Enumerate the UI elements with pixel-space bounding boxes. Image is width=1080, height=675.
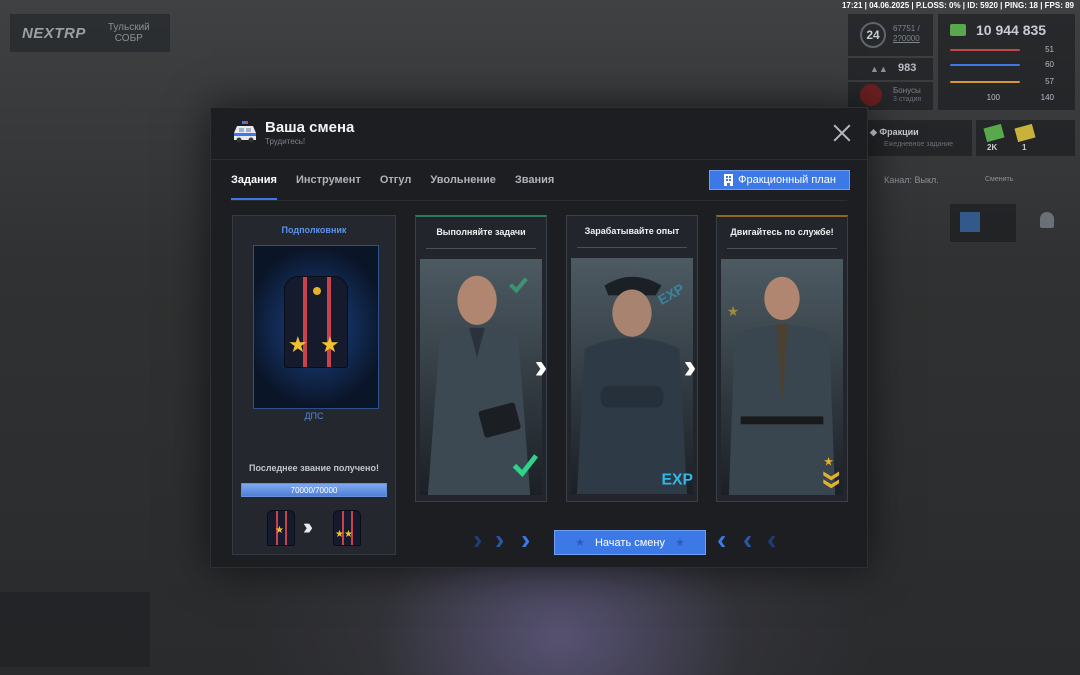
chevron-left-far-icon: ‹ [767, 524, 777, 555]
step-title: Зарабатывайте опыт [584, 226, 680, 236]
rank-progress-bar: 70000/70000 [241, 483, 387, 497]
stat-armor-b: 140 [1040, 93, 1054, 102]
hud-hotbar-panel [0, 592, 150, 667]
stat-thirst: 57 [950, 77, 1070, 87]
stat-thirst-value: 57 [1045, 77, 1054, 86]
chevron-left-mid-icon: ‹ [743, 524, 753, 555]
current-rank-icon: ★★ [333, 510, 361, 546]
factions-sub: Ежедневное задание [884, 141, 953, 148]
rank-unit: ДПС [304, 411, 324, 421]
shift-window: Ваша смена Трудитесь! Задания Инструмент… [210, 107, 868, 568]
tab-resign[interactable]: Увольнение [430, 174, 496, 200]
step-card-exp: Зарабатывайте опыт EXP EXP [566, 215, 698, 502]
chevron-right-near-icon: › [521, 524, 531, 555]
bonus-label: Бонусы [893, 86, 921, 95]
server-logo: NEXTRP Тульский СОБР [10, 14, 170, 52]
bell-icon[interactable] [1040, 212, 1054, 228]
svg-text:★: ★ [727, 304, 739, 320]
channel-text: Канал: Выкл. [884, 175, 939, 185]
bonus-icon [860, 84, 882, 106]
step-card-promotion: Двигайтесь по службе! ★ ★ [716, 215, 848, 502]
stat-health: 51 [950, 45, 1070, 55]
last-rank-text: Последнее звание получено! [249, 463, 379, 473]
bonus-sub: 3 стадия [893, 96, 922, 103]
money-amount: 10 944 835 [976, 22, 1047, 38]
likes-count: 983 [898, 62, 917, 74]
tab-divider [231, 200, 847, 201]
tab-bar: Задания Инструмент Отгул Увольнение Зван… [231, 174, 573, 200]
building-icon [724, 174, 734, 186]
tab-tool[interactable]: Инструмент [296, 174, 361, 200]
tab-dayoff[interactable]: Отгул [380, 174, 412, 200]
previous-rank-icon: ★ [267, 510, 295, 546]
rank-arrow-icon: ››› [303, 514, 313, 539]
exp-text: 67751 / [893, 24, 920, 33]
rank-name: Подполковник [281, 225, 347, 235]
status-bar-text: 17:21 | 04.06.2025 | P.LOSS: 0% | ID: 59… [841, 1, 1074, 10]
factions-label: Фракции [879, 127, 919, 137]
start-shift-label: Начать смену [594, 536, 665, 549]
rank-image: ★ ★ [253, 245, 379, 409]
hud-likes-panel [848, 58, 933, 80]
svg-text:★: ★ [823, 455, 834, 469]
stat-armor-a: 100 [986, 93, 1000, 102]
tab-ranks[interactable]: Звания [515, 174, 554, 200]
money-icon [950, 24, 966, 36]
stat-hunger: 60 [950, 60, 1070, 70]
window-subtitle: Трудитесь! [265, 137, 306, 146]
change-text: Сменить [985, 176, 1014, 183]
hud-factions-panel [866, 120, 972, 156]
stat-armor: 100 140 [950, 93, 1070, 103]
stat-health-value: 51 [1045, 45, 1054, 54]
chevron-right-mid-icon: › [495, 524, 505, 555]
factions-label-wrap: ◆ Фракции [870, 127, 919, 137]
city-name: Тульский [107, 22, 150, 33]
step-title: Двигайтесь по службе! [730, 227, 834, 237]
logo-text: NEXTRP [22, 24, 86, 42]
exp-icon: EXP [662, 471, 693, 488]
shoulder-strap-icon: ★ ★ [284, 276, 348, 368]
faction-plan-label: Фракционный план [738, 174, 836, 186]
officer-tablet-illustration [420, 259, 542, 496]
officer-standing-illustration: ★ ★ [721, 259, 843, 496]
chevron-left-near-icon: ‹ [717, 524, 727, 555]
faction-plan-button[interactable]: Фракционный план [709, 170, 850, 190]
police-car-icon [234, 121, 256, 143]
rank-progress-text: 70000/70000 [290, 486, 338, 495]
step-title: Выполняйте задачи [436, 227, 526, 237]
window-header: Ваша смена Трудитесь! [211, 108, 867, 160]
star-icon: ★ [675, 537, 685, 549]
window-title: Ваша смена [265, 119, 355, 136]
stat-hunger-value: 60 [1045, 60, 1054, 69]
officer-cap-illustration: EXP EXP [571, 258, 693, 495]
likes-icon: ▲▲ [870, 64, 888, 74]
start-shift-button[interactable]: ★ Начать смену ★ [554, 530, 706, 555]
exp-sub: 2?0000 [893, 34, 920, 43]
star-icon: ★ [575, 537, 585, 549]
tab-tasks[interactable]: Задания [231, 174, 277, 200]
cash1: 2K [987, 143, 998, 152]
city-sub: СОБР [114, 33, 143, 44]
level-badge: 24 [860, 22, 886, 48]
rank-card: Подполковник ★ ★ ДПС Последнее звание по… [232, 215, 396, 555]
calendar-icon[interactable] [960, 212, 980, 232]
cash2: 1 [1022, 143, 1027, 152]
chevron-right-far-icon: › [473, 524, 483, 555]
step-card-tasks: Выполняйте задачи [415, 215, 547, 502]
close-icon[interactable] [833, 124, 851, 142]
